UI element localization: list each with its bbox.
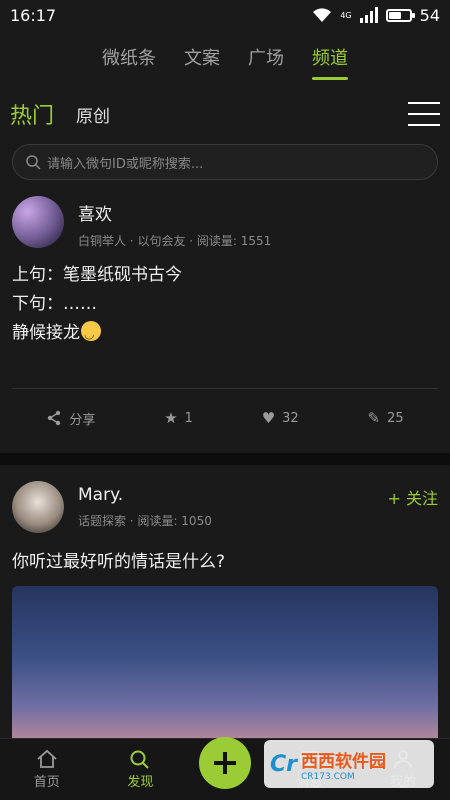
pen-icon: ✎ xyxy=(367,409,381,427)
subtab-hot[interactable]: 热门 xyxy=(10,98,54,130)
user-meta: 白铜举人 · 以句会友 · 阅读量: 1551 xyxy=(78,234,272,248)
post-line: 上句：笔墨纸砚书古今 xyxy=(12,265,182,285)
post-header: 喜欢 白铜举人 · 以句会友 · 阅读量: 1551 xyxy=(12,180,438,249)
post-content: 上句：笔墨纸砚书古今 下句：…… 静候接龙 xyxy=(12,261,438,349)
plus-icon xyxy=(213,751,236,774)
avatar[interactable] xyxy=(12,481,64,533)
star-icon: ★ xyxy=(164,409,178,427)
post-actions: 分享 ★ 1 ♥ 32 ✎ 25 xyxy=(12,389,438,447)
user-name[interactable]: Mary. xyxy=(78,485,388,505)
post-line: 下句：…… xyxy=(12,294,97,314)
comment-button[interactable]: ✎ 25 xyxy=(367,409,403,427)
sub-tabs: 热门 原创 xyxy=(0,88,450,140)
search-icon xyxy=(26,155,41,170)
follow-button[interactable]: + 关注 xyxy=(388,485,439,509)
like-count: 32 xyxy=(282,410,299,426)
section-gap xyxy=(0,453,450,465)
share-button[interactable]: 分享 xyxy=(46,409,95,428)
heart-icon: ♥ xyxy=(261,409,276,427)
search-input[interactable]: 请输入微句ID或昵称搜索... xyxy=(12,144,438,180)
smile-emoji-icon xyxy=(81,320,101,349)
user-meta: 话题探索 · 阅读量: 1050 xyxy=(78,514,212,528)
tab-wenan[interactable]: 文案 xyxy=(184,44,220,74)
star-button[interactable]: ★ 1 xyxy=(164,409,193,427)
top-tabs: 微纸条 文案 广场 频道 xyxy=(0,30,450,88)
post-header: Mary. 话题探索 · 阅读量: 1050 + 关注 xyxy=(12,465,438,533)
user-name[interactable]: 喜欢 xyxy=(78,200,438,225)
home-icon xyxy=(37,749,57,768)
like-button[interactable]: ♥ 32 xyxy=(262,409,299,427)
wifi-icon xyxy=(313,8,332,22)
post-line: 静候接龙 xyxy=(12,323,80,343)
comment-count: 25 xyxy=(387,410,404,426)
post-question: 你听过最好听的情话是什么? xyxy=(12,552,226,572)
menu-icon[interactable] xyxy=(408,102,440,126)
subtab-original[interactable]: 原创 xyxy=(76,102,110,127)
nav-home-label: 首页 xyxy=(33,775,60,790)
battery-icon xyxy=(385,8,415,22)
nav-discover[interactable]: 发现 xyxy=(105,749,175,790)
watermark-url: CR173.COM xyxy=(301,771,355,782)
tab-pindao[interactable]: 频道 xyxy=(312,44,348,80)
watermark-logo: Cr 西西软件园 CR173.COM xyxy=(264,740,434,788)
share-icon xyxy=(48,410,61,426)
tab-wei-zhitiao[interactable]: 微纸条 xyxy=(102,44,156,74)
search-placeholder: 请输入微句ID或昵称搜索... xyxy=(47,156,204,172)
signal-icon xyxy=(359,7,378,23)
share-label: 分享 xyxy=(69,412,96,428)
tab-guangchang[interactable]: 广场 xyxy=(248,44,284,74)
network-type: 4G xyxy=(340,10,352,20)
status-icons: 4G 54 xyxy=(312,6,440,25)
battery-level: 54 xyxy=(419,5,440,25)
search-icon xyxy=(130,750,150,769)
watermark-title: 西西软件园 xyxy=(301,751,386,772)
avatar[interactable] xyxy=(12,196,64,248)
post-card[interactable]: 喜欢 白铜举人 · 以句会友 · 阅读量: 1551 上句：笔墨纸砚书古今 下句… xyxy=(0,180,450,447)
nav-home[interactable]: 首页 xyxy=(12,749,82,790)
watermark-mark: Cr xyxy=(270,751,297,777)
add-post-button[interactable] xyxy=(198,736,251,789)
status-time: 16:17 xyxy=(10,5,57,25)
status-bar: 16:17 4G 54 xyxy=(0,0,450,30)
star-count: 1 xyxy=(184,410,193,426)
nav-discover-label: 发现 xyxy=(127,775,154,790)
